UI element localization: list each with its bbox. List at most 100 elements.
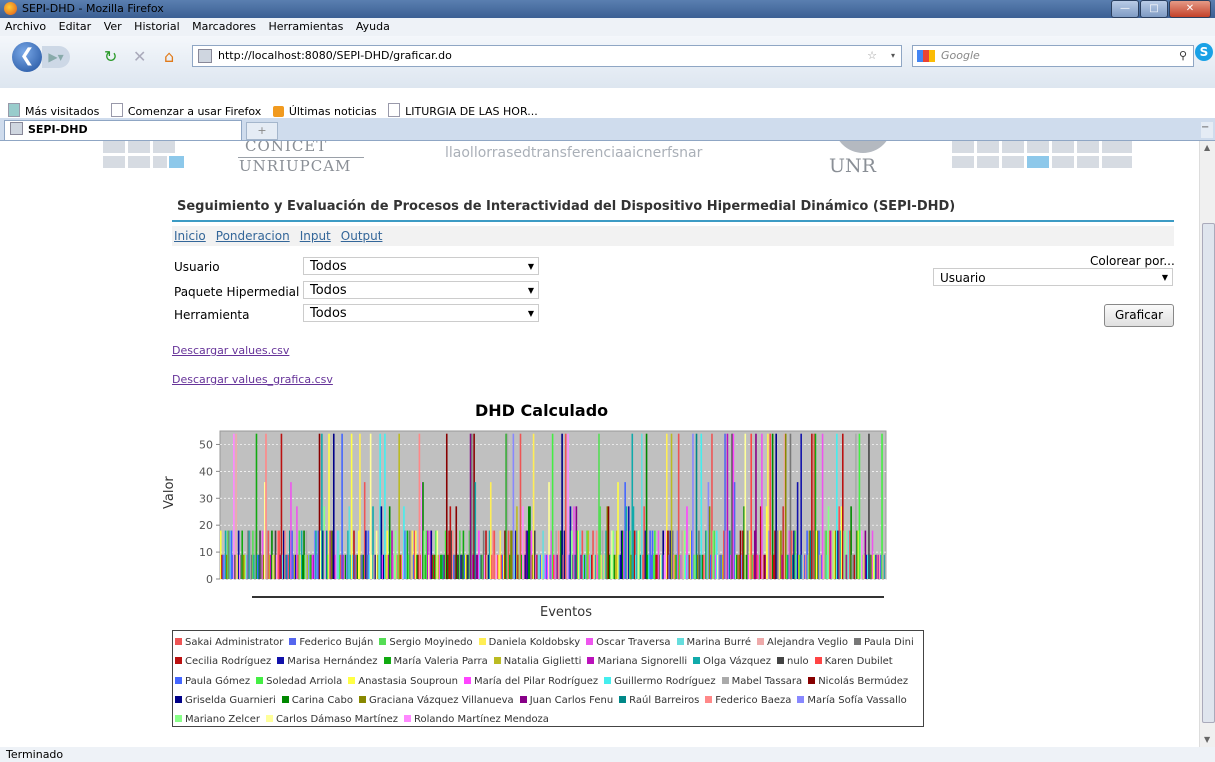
chart-title: DHD Calculado — [475, 401, 609, 420]
filter-select-herramienta[interactable]: Todos ▼ — [303, 304, 539, 322]
legend-swatch — [493, 657, 501, 665]
page-nav: Inicio Ponderacion Input Output — [172, 226, 1174, 246]
minimize-button[interactable]: — — [1111, 0, 1139, 18]
menu-historial[interactable]: Historial — [129, 18, 183, 33]
legend-label: Mabel Tassara — [731, 675, 803, 687]
legend-swatch — [379, 638, 387, 645]
maximize-button[interactable]: □ — [1140, 0, 1168, 18]
download-values-grafica-link[interactable]: Descargar values_grafica.csv — [172, 373, 333, 386]
menu-archivo[interactable]: Archivo — [0, 18, 50, 33]
page-favicon — [198, 49, 212, 63]
search-icon[interactable]: ⚲ — [1179, 46, 1187, 66]
legend-item: Rolando Martínez Mendoza — [403, 710, 549, 729]
legend-swatch — [777, 657, 785, 665]
unr-logo-shape — [834, 141, 892, 153]
tab-favicon — [10, 122, 23, 135]
chart-y-tick-label: 0 — [206, 573, 213, 585]
skype-icon[interactable]: S — [1195, 43, 1213, 61]
legend-swatch — [175, 715, 182, 723]
legend-item: Olga Vázquez — [693, 652, 771, 671]
legend-swatch — [705, 695, 713, 703]
menu-herramientas[interactable]: Herramientas — [263, 18, 347, 33]
legend-swatch — [383, 657, 391, 665]
legend-item: Soledad Arriola — [256, 672, 342, 691]
menu-marcadores[interactable]: Marcadores — [187, 18, 260, 33]
url-bar[interactable]: http://localhost:8080/SEPI-DHD/graficar.… — [192, 45, 902, 67]
legend-swatch — [854, 638, 862, 645]
tab-sepi-dhd[interactable]: SEPI-DHD — [4, 120, 242, 140]
legend-swatch — [277, 657, 285, 665]
legend-item: nulo — [777, 652, 809, 671]
close-button[interactable]: ✕ — [1169, 0, 1211, 18]
status-text: Terminado — [6, 748, 64, 761]
chart-x-axis-line — [252, 596, 884, 598]
legend-swatch — [693, 657, 701, 665]
legend-label: nulo — [787, 656, 809, 668]
menu-bar: Archivo Editar Ver Historial Marcadores … — [0, 18, 1215, 36]
new-tab-button[interactable]: + — [246, 122, 278, 140]
banner-tile — [153, 156, 167, 168]
scroll-down-icon[interactable]: ▼ — [1204, 735, 1210, 744]
firefox-icon — [4, 2, 17, 15]
legend-item: Raúl Barreiros — [619, 691, 699, 710]
tab-list-icon[interactable]: − — [1201, 122, 1213, 138]
search-bar[interactable]: Google ⚲ — [912, 45, 1194, 67]
chart-plot: 0 10 20 30 40 50 — [199, 430, 887, 585]
legend-swatch — [721, 676, 729, 684]
legend-swatch — [478, 638, 486, 645]
legend-swatch — [348, 676, 356, 684]
nav-inicio[interactable]: Inicio — [174, 229, 206, 243]
legend-label: Sakai Administrator — [185, 637, 284, 648]
legend-item: Natalia Giglietti — [493, 652, 582, 671]
legend-item: Paula Dini — [854, 633, 914, 652]
url-dropdown-icon[interactable]: ▾ — [891, 46, 895, 66]
bookmark-mas-visitados[interactable]: Más visitados — [8, 100, 99, 118]
menu-editar[interactable]: Editar — [54, 18, 96, 33]
banner-tile — [169, 156, 184, 168]
legend-swatch — [265, 715, 273, 723]
scrollbar-thumb[interactable] — [1202, 223, 1215, 723]
legend-swatch — [676, 638, 684, 645]
filter-label-usuario: Usuario — [174, 260, 220, 274]
banner-tile — [1052, 156, 1074, 168]
legend-item: Paula Gómez — [175, 672, 250, 691]
banner-tile — [103, 156, 125, 168]
legend-item: María del Pilar Rodríguez — [463, 672, 598, 691]
legend-item: Oscar Traversa — [586, 633, 671, 652]
bookmark-icon — [8, 103, 20, 117]
home-icon[interactable]: ⌂ — [164, 47, 174, 66]
vertical-scrollbar[interactable]: ▲ ▼ — [1199, 141, 1215, 747]
graficar-button[interactable]: Graficar — [1104, 304, 1174, 327]
legend-item: Sergio Moyinedo — [379, 633, 473, 652]
filter-select-usuario[interactable]: Todos ▼ — [303, 257, 539, 275]
chart-y-tick-label: 30 — [199, 492, 213, 505]
filter-label-herramienta: Herramienta — [174, 308, 250, 322]
banner-tile — [1002, 141, 1024, 153]
legend-label: Federico Baeza — [715, 694, 792, 706]
reload-icon[interactable]: ↻ — [104, 47, 117, 66]
color-by-select[interactable]: Usuario ▼ — [933, 268, 1173, 286]
bookmark-liturgia[interactable]: LITURGIA DE LAS HOR... — [388, 100, 538, 118]
banner-tile — [1052, 141, 1074, 153]
scroll-up-icon[interactable]: ▲ — [1204, 143, 1210, 152]
nav-output[interactable]: Output — [341, 229, 383, 243]
download-values-link[interactable]: Descargar values.csv — [172, 344, 289, 357]
nav-ponderacion[interactable]: Ponderacion — [216, 229, 290, 243]
chart-bar — [884, 554, 887, 579]
forward-button[interactable]: ▶▾ — [42, 46, 70, 68]
menu-ayuda[interactable]: Ayuda — [351, 18, 394, 33]
filter-select-paquete[interactable]: Todos ▼ — [303, 281, 539, 299]
chart-x-axis-label: Eventos — [540, 605, 592, 620]
back-button[interactable]: ❮ — [12, 42, 42, 72]
nav-input[interactable]: Input — [300, 229, 331, 243]
page-content: CONICET UNRIUPCAM llaollorrasedtransfere… — [0, 141, 1199, 747]
bookmark-star-icon[interactable]: ☆ — [867, 46, 877, 66]
legend-swatch — [587, 657, 595, 665]
legend-label: Natalia Giglietti — [503, 656, 582, 668]
bookmark-ultimas-noticias[interactable]: Últimas noticias — [272, 102, 377, 118]
bookmark-comenzar[interactable]: Comenzar a usar Firefox — [110, 100, 261, 118]
menu-ver[interactable]: Ver — [99, 18, 126, 33]
legend-label: Alejandra Veglio — [767, 637, 849, 648]
stop-icon[interactable]: ✕ — [133, 47, 146, 66]
legend-label: María Sofía Vassallo — [807, 694, 907, 706]
